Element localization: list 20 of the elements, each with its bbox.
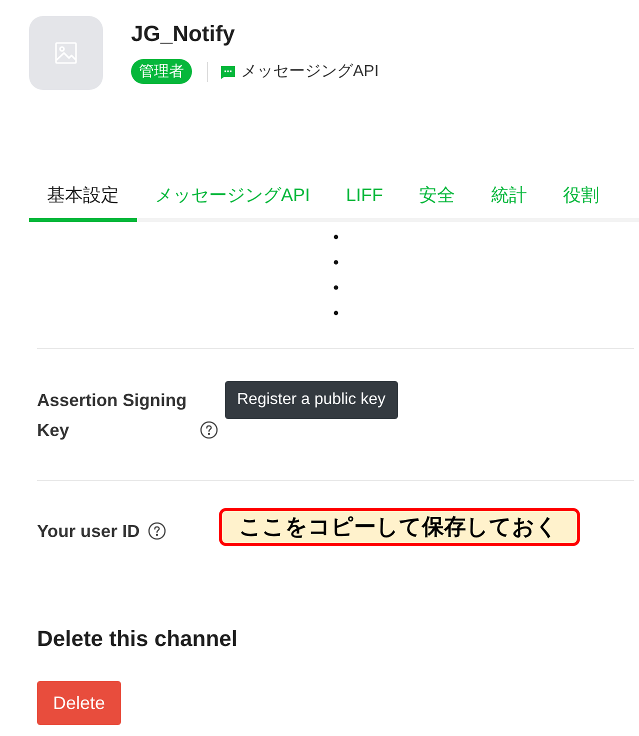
tab[interactable]: 基本設定 (29, 172, 137, 222)
tab[interactable]: メッセージングAPI (137, 172, 328, 222)
register-key-button[interactable]: Register a public key (225, 381, 398, 419)
image-icon (54, 41, 78, 65)
setting-label: Your user ID (37, 520, 140, 543)
setting-label: Assertion Signing Key (37, 389, 188, 442)
tab[interactable]: LIFF (328, 172, 402, 222)
delete-button[interactable]: Delete (37, 681, 122, 725)
tab[interactable]: 統計 (473, 172, 546, 222)
vertical-ellipsis-icon (333, 234, 339, 316)
tab[interactable]: 役割 (545, 172, 618, 222)
section-heading: Delete this channel (37, 625, 239, 653)
channel-type: メッセージングAPI (241, 62, 379, 82)
help-icon[interactable] (148, 522, 166, 540)
role-badge: 管理者 (131, 59, 192, 84)
help-icon[interactable] (200, 421, 218, 439)
chat-bubble-icon (221, 64, 235, 78)
tab[interactable]: 安全 (401, 172, 474, 222)
annotation-callout: ここをコピーして保存しておく (219, 508, 580, 546)
channel-name: JG_Notify (131, 20, 236, 48)
